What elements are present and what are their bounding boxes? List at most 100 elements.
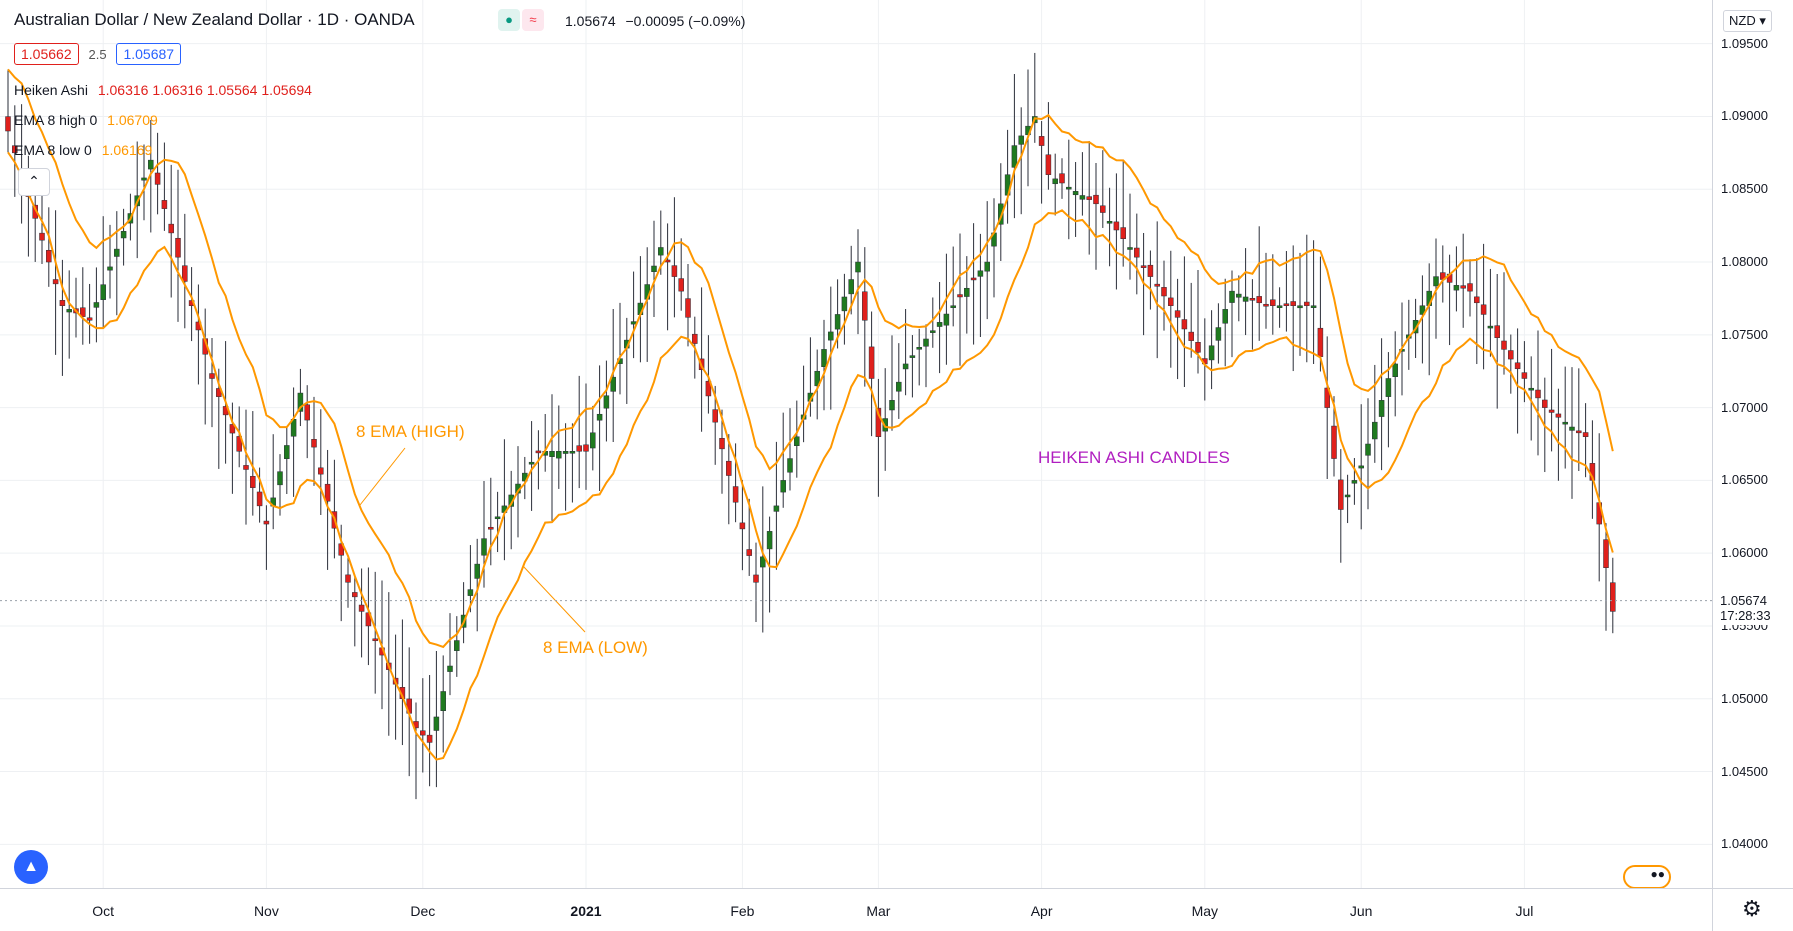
candlestick-chart[interactable] [0,0,1712,888]
candle-body [277,471,283,486]
candle-body [1603,539,1609,568]
candle-body [1140,265,1147,268]
price-tick-label: 1.04500 [1721,763,1768,779]
candle-body [1208,345,1215,361]
candle-body [1161,287,1167,297]
candle-body [481,538,487,556]
candle-body [420,730,426,736]
candle-body [1297,305,1303,309]
candle-body [1453,285,1460,291]
ema-low-legend[interactable]: EMA 8 low 0 1.06169 [14,142,158,158]
price-tick-label: 1.05000 [1721,690,1768,706]
candle-body [1018,135,1024,145]
candle-body [304,404,310,421]
candle-body [93,302,100,308]
candle-body [964,287,970,297]
candle-body [107,266,113,271]
candle-body [1263,303,1269,307]
candle-body [678,278,684,292]
candle-body [1106,221,1113,224]
compare-icon[interactable]: ≈ [522,9,544,31]
candle-body [862,291,868,321]
candle-body [1460,285,1466,289]
candle-body [1100,205,1106,213]
candle-body [977,270,984,277]
candle-body [256,491,263,507]
candle-body [447,665,453,672]
events-badge-icon[interactable]: ●● [1623,865,1671,889]
candle-body [141,177,147,181]
candle-body [175,237,181,258]
candle-body [569,451,576,454]
candle-body [923,338,929,347]
candle-body [372,638,378,642]
candle-body [433,716,440,731]
candle-body [1372,421,1378,440]
heiken-values: 1.06316 1.06316 1.05564 1.05694 [97,82,312,98]
candle-body [1229,290,1235,303]
time-tick-label: Mar [866,903,891,919]
candle-body [1514,362,1521,370]
candle-body [1249,298,1256,301]
ema-high-value: 1.06709 [107,112,158,128]
candle-body [828,331,834,341]
tradingview-logo-icon[interactable]: ▲ [14,850,48,884]
axis-corner: ⚙ [1712,888,1793,931]
candle-body [549,451,555,457]
time-tick-label: Jun [1349,903,1373,919]
candle-body [46,249,52,263]
price-axis[interactable]: NZD ▾ 1.04000 1.04500 1.05000 1.05500 1.0600… [1712,0,1793,888]
time-axis[interactable]: Oct Nov Dec 2021 Feb Mar Apr May Jun Jul [0,888,1712,931]
candle-body [671,265,678,277]
chart-plot-area[interactable] [0,0,1712,888]
price-tick-label: 1.06000 [1721,545,1768,561]
candle-body [467,589,474,596]
time-tick-label: Oct [92,903,115,919]
candle-body [528,461,535,465]
candle-body [1236,293,1242,298]
candle-body [1059,173,1065,184]
annotation-arrow [359,447,406,506]
ema-high-label: EMA 8 high 0 [14,112,98,128]
symbol-title[interactable]: Australian Dollar / New Zealand Dollar ·… [14,10,415,29]
candle-body [1086,196,1092,200]
candle-body [86,317,93,321]
price-readout: 1.05674 −0.00095 (−0.09%) [565,13,751,29]
candle-body [1283,303,1290,306]
currency-selector[interactable]: NZD ▾ [1723,10,1772,32]
sell-button[interactable]: 1.05662 [14,43,79,65]
candle-body [1378,400,1385,417]
settings-gear-icon[interactable]: ⚙ [1742,896,1762,922]
candle-body [1338,479,1344,510]
candle-body [1134,247,1140,258]
candle-body [161,200,168,209]
candle-body [494,516,501,520]
candle-body [712,409,718,423]
candle-body [1038,136,1045,146]
candle-body [154,172,161,185]
time-tick-label: May [1191,903,1219,919]
candle-body [821,349,827,367]
collapse-legend-button[interactable]: ⌃ [18,168,50,196]
candle-body [719,438,725,450]
candle-body [148,159,154,170]
time-tick-label: Feb [730,903,755,919]
candle-body [1256,296,1262,304]
candle-body [100,284,106,300]
candle-body [1392,363,1398,377]
market-status-icon[interactable]: ● [498,9,520,31]
candle-body [352,592,358,598]
candle-body [1610,582,1616,612]
spread-value: 2.5 [88,47,107,62]
candle-body [1154,283,1160,287]
time-tick-label: Nov [253,903,279,919]
ema-low-value: 1.06169 [101,142,153,158]
candle-body [120,231,127,239]
buy-button[interactable]: 1.05687 [116,43,182,65]
candle-body [324,483,331,502]
ema-high-legend[interactable]: EMA 8 high 0 1.06709 [14,112,164,128]
candle-body [1474,296,1480,304]
annotation-ema-high: 8 EMA (HIGH) [356,422,465,441]
candle-body [59,300,66,306]
heiken-legend[interactable]: Heiken Ashi 1.06316 1.06316 1.05564 1.05… [14,82,318,98]
